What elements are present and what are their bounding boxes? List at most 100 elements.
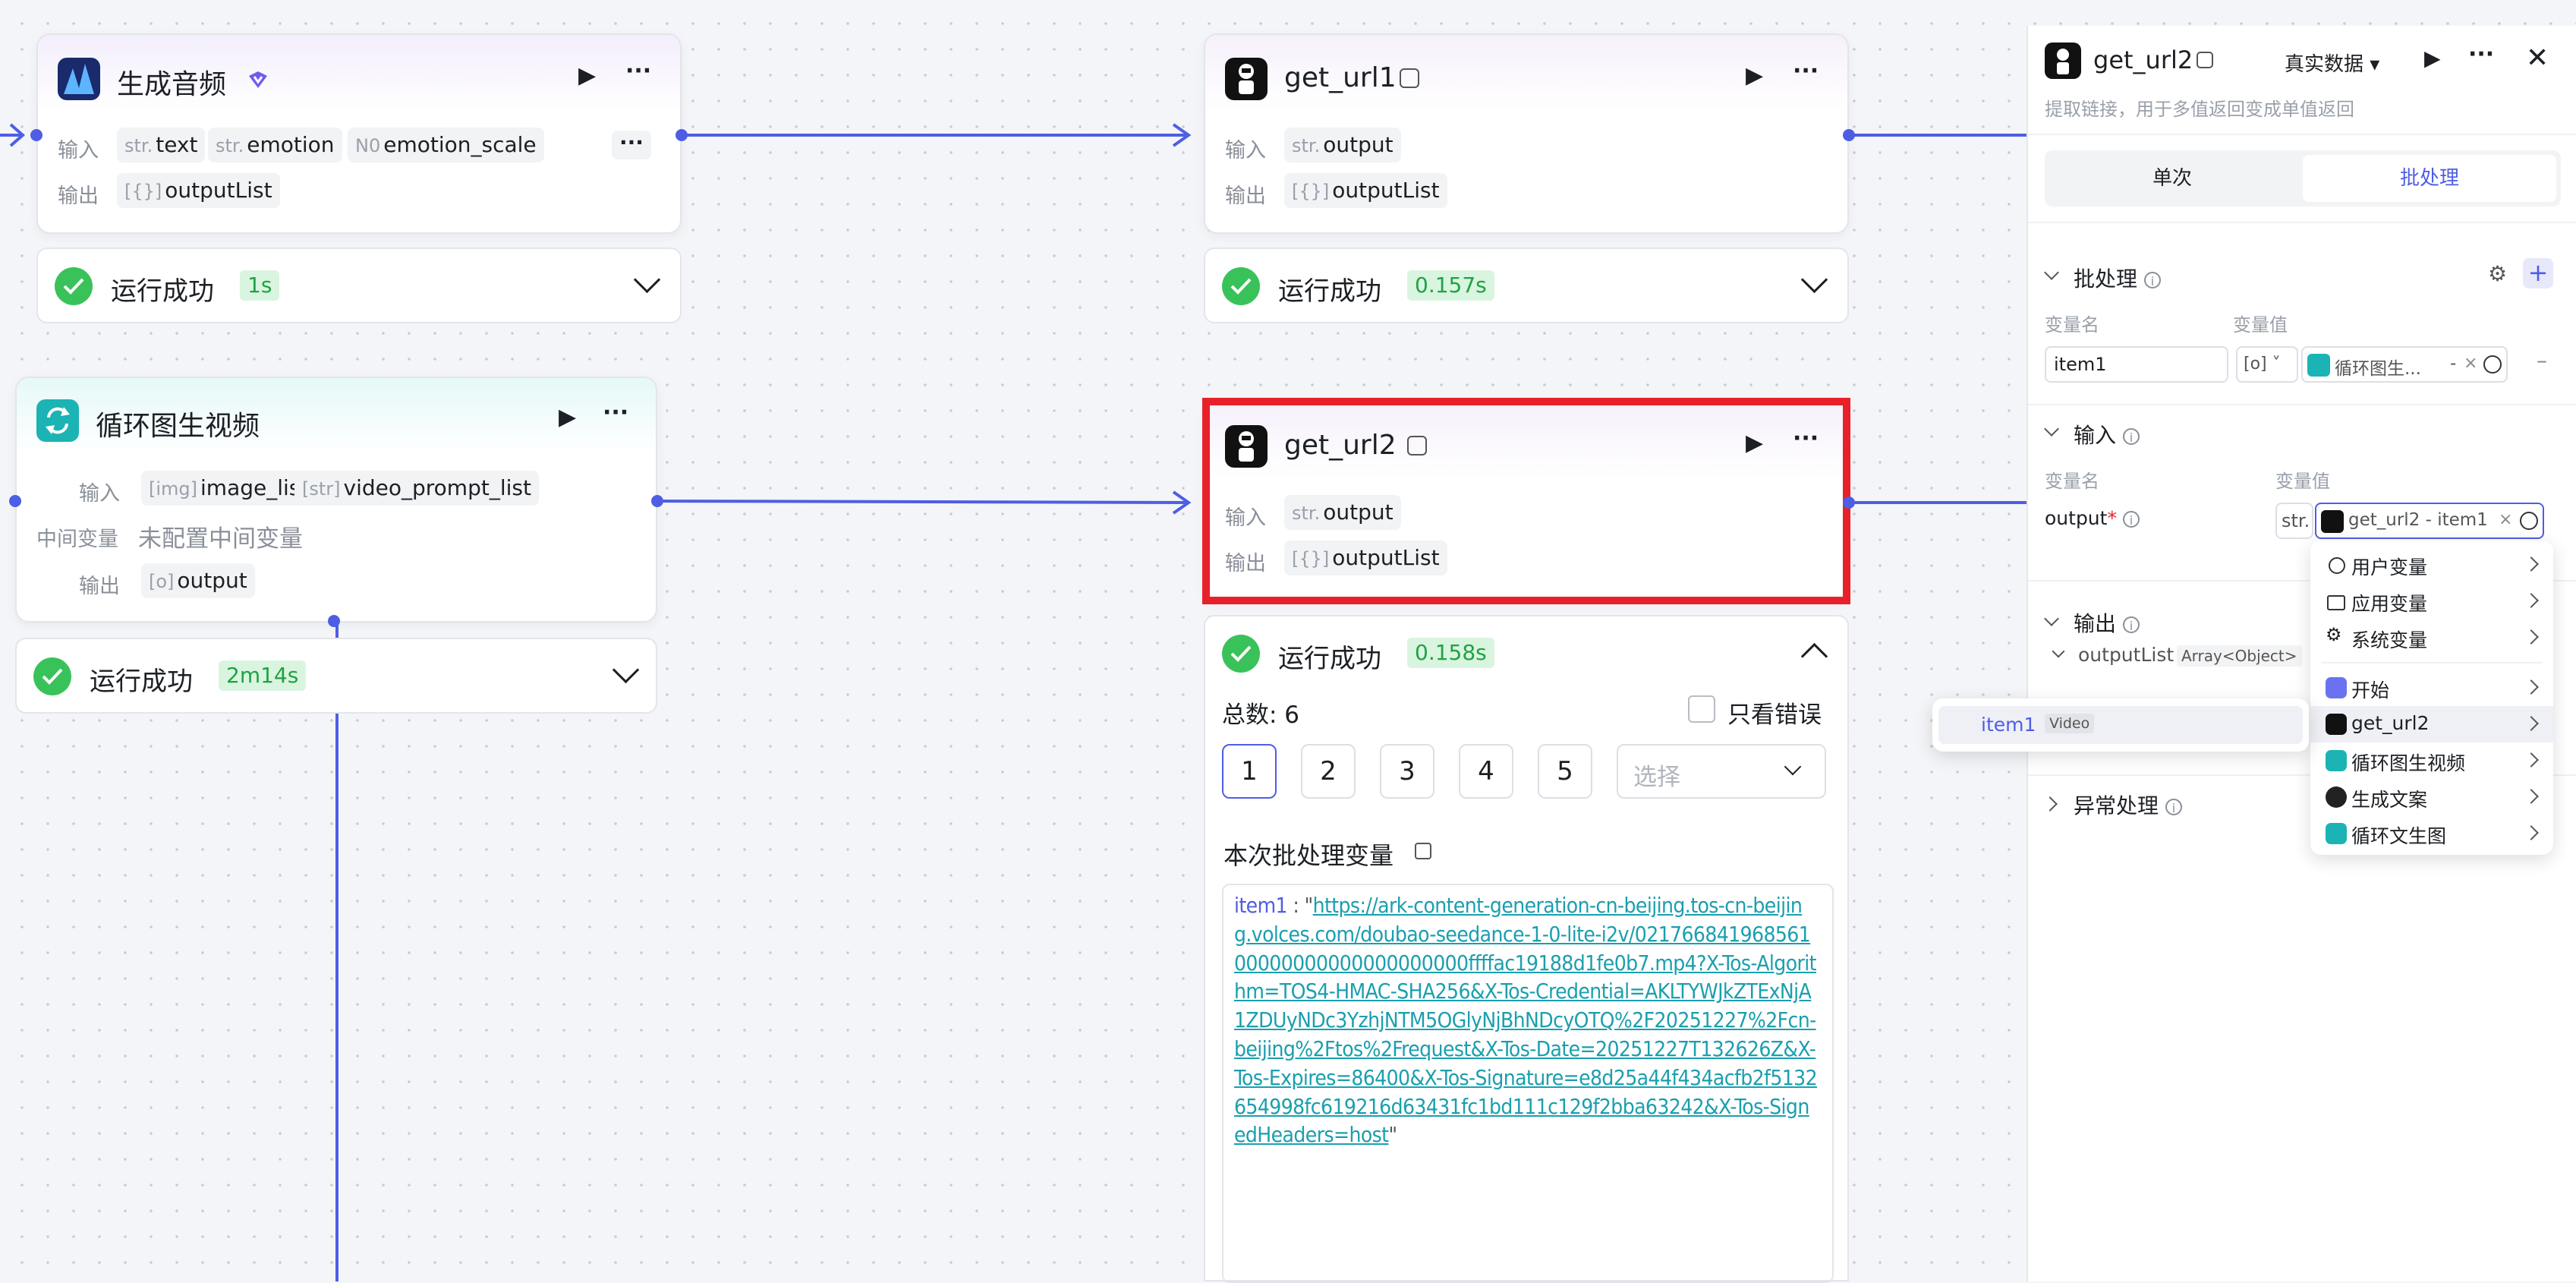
submenu-item-item1[interactable]: item1 Video bbox=[1938, 706, 2303, 744]
node-loop-image-to-video[interactable]: 循环图生视频 ▶ ··· 输入 [img] image_list [str] vid… bbox=[15, 377, 657, 623]
url2-run-status-panel: 运行成功 0.158s 总数: 6 只看错误 1 2 3 4 5 选择 本次批处… bbox=[1204, 615, 1849, 1283]
duration-badge: 2m14s bbox=[219, 660, 307, 691]
page-select[interactable]: 选择 bbox=[1617, 744, 1826, 799]
audio-node-icon bbox=[58, 58, 100, 100]
input-var-name: output* i bbox=[2045, 507, 2140, 529]
close-icon[interactable]: ✕ bbox=[2526, 43, 2549, 74]
chevron-up-icon[interactable] bbox=[1800, 642, 1828, 670]
chevron-right-icon[interactable] bbox=[2042, 796, 2058, 812]
output-chip-output: [o] output bbox=[141, 563, 255, 598]
info-icon: i bbox=[2122, 511, 2140, 528]
node-title: 生成音频 bbox=[117, 69, 227, 100]
more-options-button[interactable]: ··· bbox=[1793, 58, 1819, 84]
page-button-4[interactable]: 4 bbox=[1459, 744, 1513, 799]
page-button-2[interactable]: 2 bbox=[1301, 744, 1356, 799]
page-button-3[interactable]: 3 bbox=[1380, 744, 1434, 799]
run-node-button[interactable]: ▶ bbox=[578, 62, 596, 89]
clear-icon[interactable]: × bbox=[2499, 510, 2512, 529]
audio-run-status[interactable]: 运行成功 1s bbox=[36, 247, 682, 323]
input-var-type[interactable]: str. bbox=[2275, 503, 2313, 539]
panel-description: 提取链接，用于多值返回变成单值返回 bbox=[2045, 99, 2354, 120]
menu-item-system-vars[interactable]: ⚙ 系统变量 bbox=[2310, 619, 2553, 656]
output-var-type-badge: Array<Object> bbox=[2177, 645, 2302, 667]
node-generate-audio[interactable]: 生成音频 ▶ ··· 输入 str. text str. emotion N0 emo… bbox=[36, 33, 682, 234]
page-select-placeholder: 选择 bbox=[1633, 764, 1680, 791]
success-icon bbox=[1222, 635, 1260, 673]
batch-col-value: 变量值 bbox=[2233, 314, 2288, 336]
clear-icon[interactable]: × bbox=[2464, 354, 2477, 373]
tab-batch[interactable]: 批处理 bbox=[2303, 155, 2556, 202]
chevron-down-icon[interactable] bbox=[1800, 266, 1828, 294]
intermediate-var-label: 中间变量 bbox=[36, 528, 118, 551]
chevron-down-icon[interactable] bbox=[2044, 611, 2059, 626]
menu-item-get-url2[interactable]: get_url2 bbox=[2310, 706, 2553, 742]
status-text: 运行成功 bbox=[1278, 276, 1381, 307]
batch-section-title: 批处理 i bbox=[2074, 263, 2161, 293]
audio-input-port[interactable] bbox=[30, 129, 43, 141]
url1-output-port[interactable] bbox=[1843, 129, 1855, 141]
chevron-down-icon[interactable] bbox=[2044, 421, 2059, 437]
folder-icon bbox=[2327, 595, 2345, 610]
info-icon: i bbox=[2143, 272, 2161, 288]
menu-item-start[interactable]: 开始 bbox=[2310, 670, 2553, 706]
menu-item-user-vars[interactable]: 用户变量 bbox=[2310, 547, 2553, 583]
more-options-button[interactable]: ··· bbox=[625, 58, 651, 84]
duration-badge: 1s bbox=[240, 270, 280, 301]
chevron-down-icon[interactable] bbox=[633, 266, 661, 294]
chevron-down-icon[interactable] bbox=[612, 656, 640, 684]
loop-output-port[interactable] bbox=[651, 495, 663, 507]
loop-run-status[interactable]: 运行成功 2m14s bbox=[15, 638, 657, 714]
success-icon bbox=[1222, 267, 1260, 305]
menu-item-loop-video[interactable]: 循环图生视频 bbox=[2310, 742, 2553, 779]
chevron-down-icon[interactable] bbox=[2044, 265, 2059, 280]
add-batch-button[interactable]: + bbox=[2523, 258, 2553, 288]
tab-single[interactable]: 单次 bbox=[2045, 150, 2300, 206]
remove-batch-row-button[interactable]: – bbox=[2537, 348, 2547, 373]
batch-var-type-select[interactable]: [o] ˅ bbox=[2236, 346, 2298, 383]
input-chip-emotion-scale: N0 emotion_scale bbox=[348, 128, 544, 162]
output-label: 输出 bbox=[79, 575, 120, 598]
variable-picker-icon[interactable] bbox=[2520, 512, 2538, 530]
item-key: item1 bbox=[1234, 893, 1288, 918]
input-var-value-field[interactable]: get_url2 - item1 × bbox=[2315, 503, 2544, 539]
run-panel-button[interactable]: ▶ bbox=[2424, 46, 2441, 71]
node-get-url1[interactable]: get_url1 ▶ ··· 输入 str. output 输出 [{}] outp… bbox=[1204, 33, 1849, 234]
gear-icon[interactable]: ⚙ bbox=[2488, 261, 2507, 286]
plugin-icon bbox=[2197, 52, 2213, 68]
batch-var-name-input[interactable]: item1 bbox=[2045, 346, 2228, 383]
page-button-1[interactable]: 1 bbox=[1222, 744, 1277, 799]
batch-var-value-field[interactable]: 循环图生... - × bbox=[2301, 346, 2508, 383]
loop-input-port[interactable] bbox=[9, 495, 21, 507]
input-chip-video-prompt-list: [str] video_prompt_list bbox=[294, 471, 539, 506]
info-icon: i bbox=[2122, 428, 2140, 445]
copy-icon[interactable] bbox=[1415, 843, 1431, 859]
duration-badge: 0.158s bbox=[1407, 638, 1494, 668]
page-button-5[interactable]: 5 bbox=[1538, 744, 1592, 799]
menu-item-loop-image[interactable]: 循环文生图 bbox=[2310, 815, 2553, 852]
menu-item-app-vars[interactable]: 应用变量 bbox=[2310, 583, 2553, 619]
variable-picker-icon[interactable] bbox=[2483, 355, 2502, 374]
url2-output-port[interactable] bbox=[1843, 496, 1855, 509]
menu-item-gen-copy[interactable]: 生成文案 bbox=[2310, 779, 2553, 815]
node-title: get_url1 bbox=[1284, 62, 1397, 93]
input-chip-image-list: [img] image_list bbox=[141, 471, 316, 506]
chevron-down-icon[interactable] bbox=[2052, 645, 2065, 658]
more-options-button[interactable]: ··· bbox=[2468, 41, 2494, 68]
data-mode-select[interactable]: 真实数据 ▾ bbox=[2285, 49, 2379, 77]
run-node-button[interactable]: ▶ bbox=[559, 404, 576, 430]
node-title: 循环图生视频 bbox=[96, 411, 260, 442]
more-inputs-button[interactable]: ··· bbox=[612, 131, 651, 159]
batch-variable-title: 本次批处理变量 bbox=[1223, 841, 1394, 870]
more-options-button[interactable]: ··· bbox=[603, 399, 628, 426]
duration-badge: 0.157s bbox=[1407, 270, 1494, 301]
only-errors-checkbox[interactable] bbox=[1688, 695, 1715, 723]
url1-run-status[interactable]: 运行成功 0.157s bbox=[1204, 247, 1849, 323]
status-text: 运行成功 bbox=[111, 276, 214, 307]
audio-output-port[interactable] bbox=[675, 129, 688, 141]
run-node-button[interactable]: ▶ bbox=[1746, 62, 1763, 89]
batch-col-name: 变量名 bbox=[2045, 314, 2099, 336]
variable-submenu: item1 Video bbox=[1932, 698, 2309, 752]
exception-section-title: 异常处理 i bbox=[2074, 790, 2182, 820]
item-url-link[interactable]: https://ark-content-generation-cn-beijin… bbox=[1234, 893, 1818, 1147]
loop-body-port[interactable] bbox=[328, 615, 340, 627]
